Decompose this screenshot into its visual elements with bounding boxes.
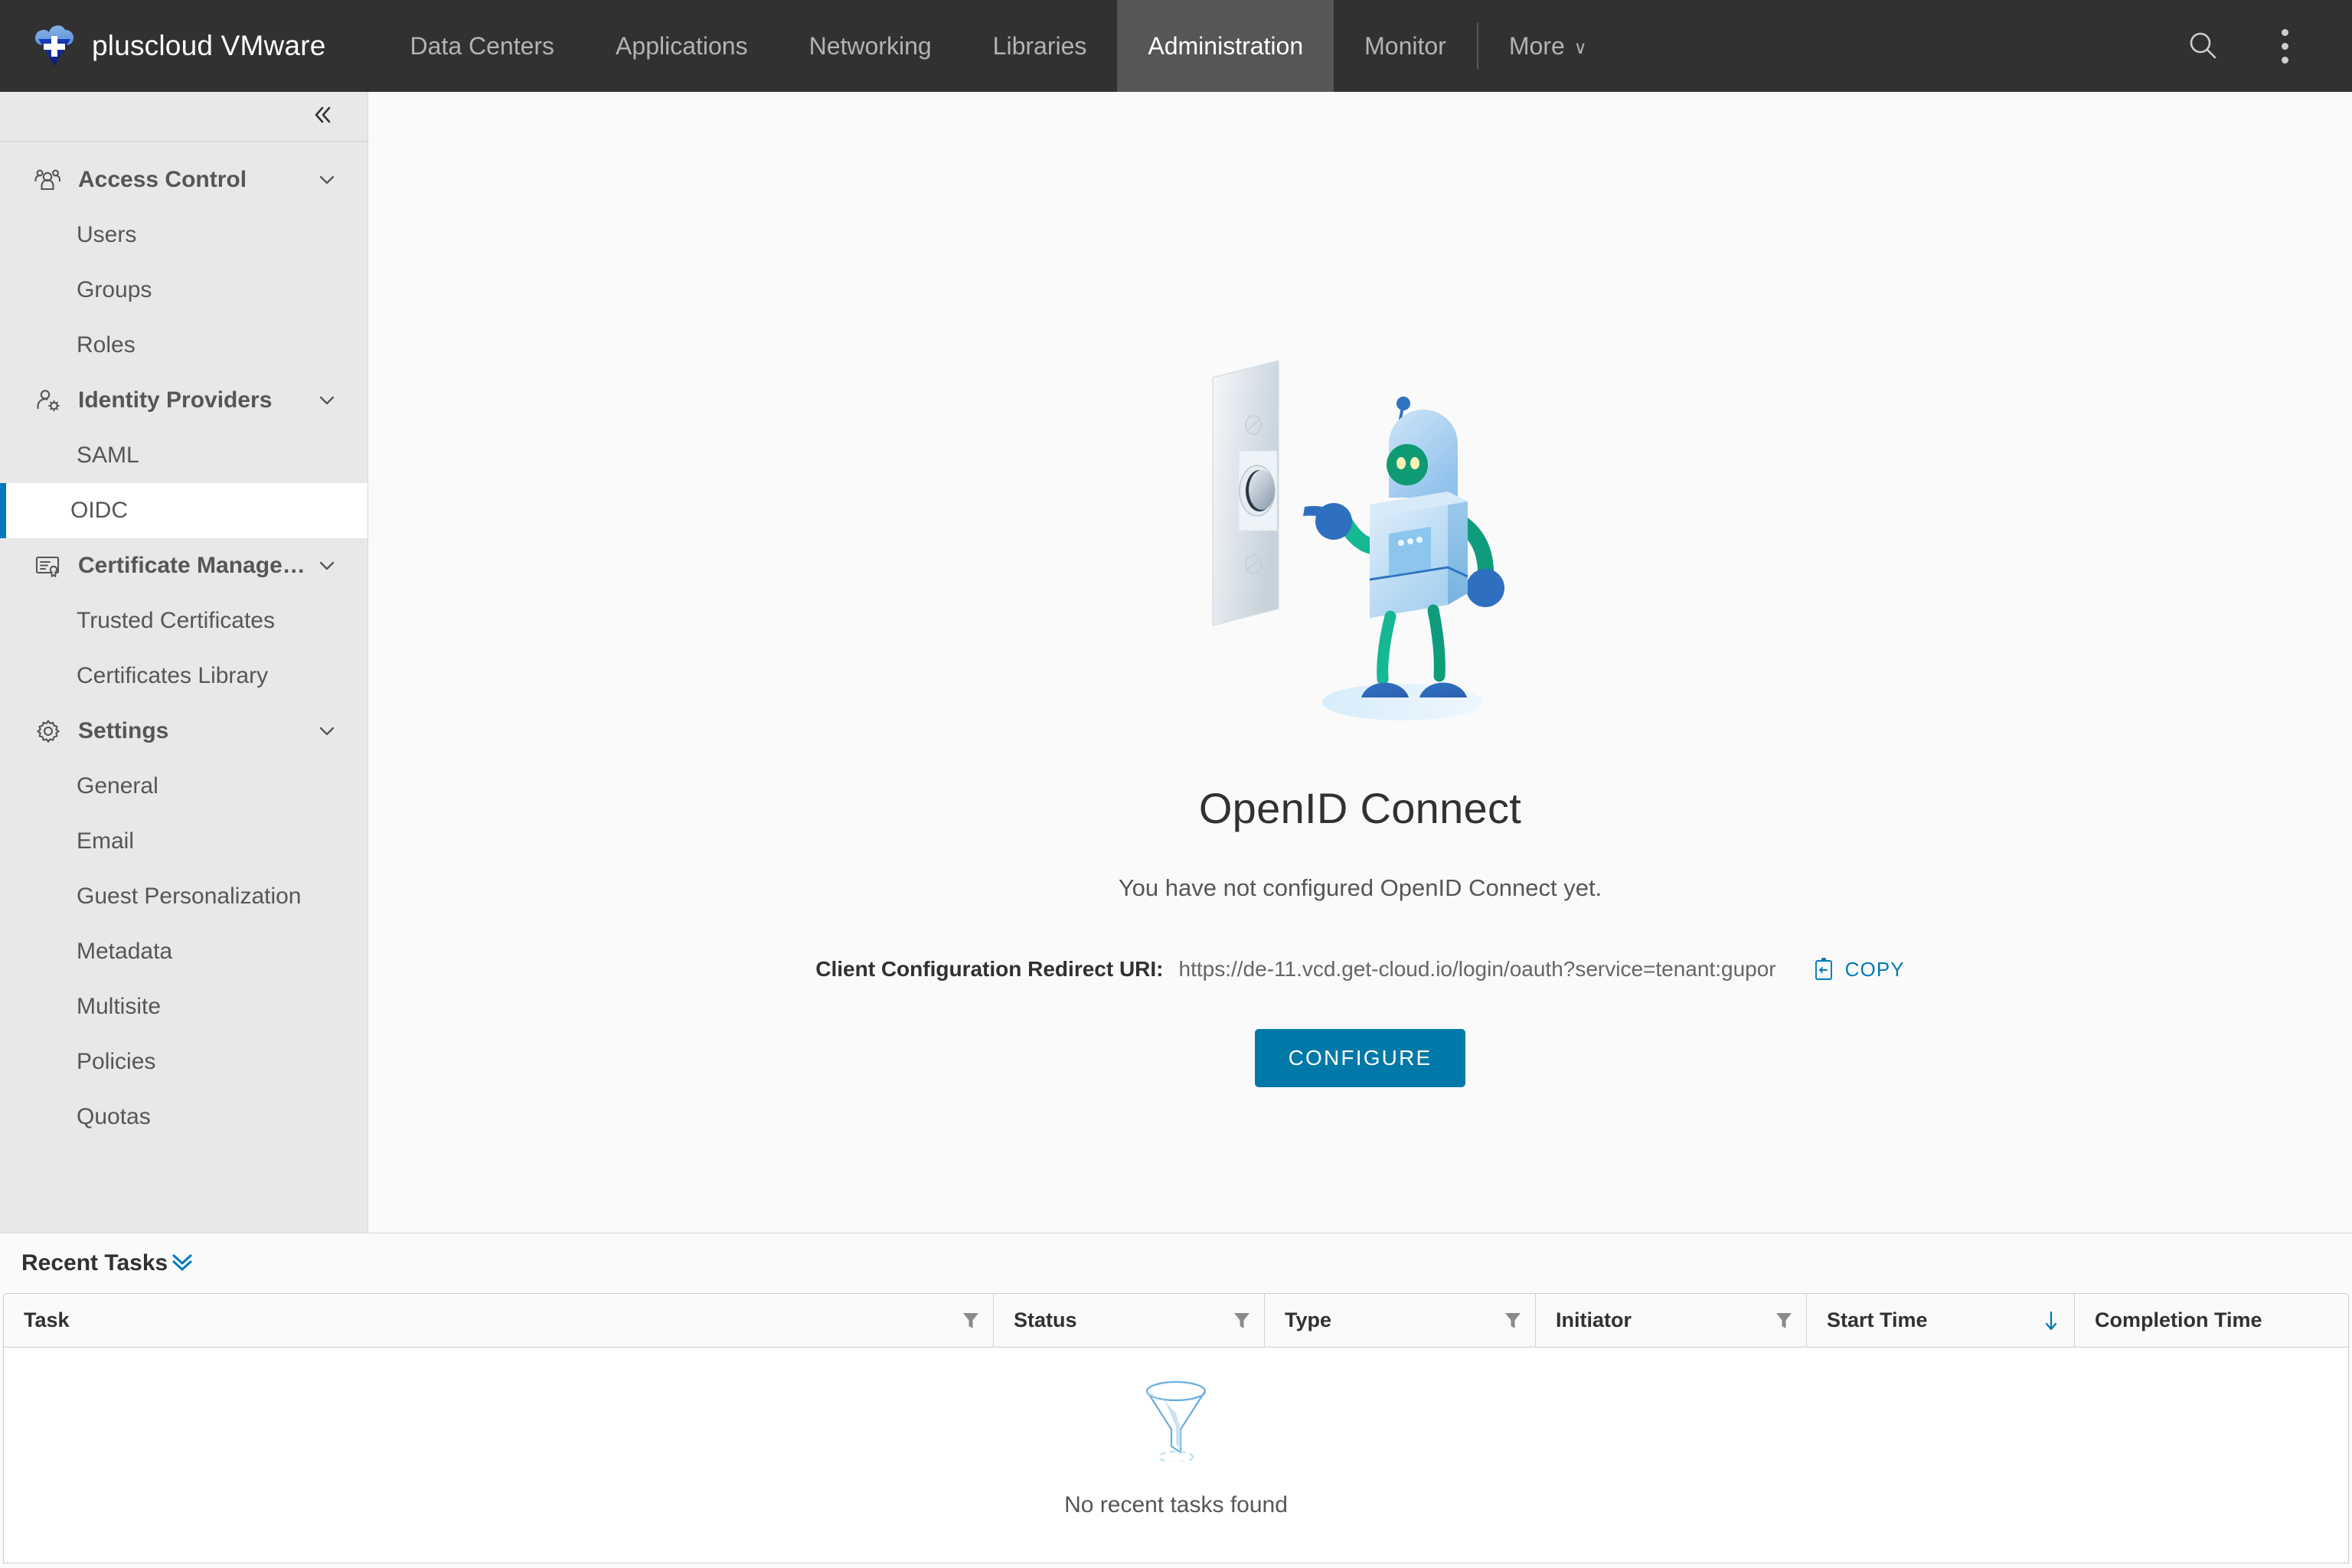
empty-state-text: No recent tasks found bbox=[1064, 1491, 1288, 1517]
sidebar-group-identity-providers[interactable]: Identity Providers bbox=[0, 373, 368, 428]
chevron-down-icon[interactable] bbox=[315, 168, 338, 191]
sidebar-item-groups[interactable]: Groups bbox=[0, 263, 368, 318]
empty-state-subtitle: You have not configured OpenID Connect y… bbox=[1118, 874, 1602, 901]
page-title: OpenID Connect bbox=[1198, 784, 1522, 832]
nav-item-monitor[interactable]: Monitor bbox=[1334, 0, 1477, 92]
sidebar-group-label: Settings bbox=[78, 718, 169, 743]
double-chevron-down-icon[interactable] bbox=[168, 1250, 197, 1277]
clipboard-copy-icon bbox=[1813, 957, 1836, 982]
sidebar-header bbox=[0, 92, 368, 142]
sidebar-item-saml[interactable]: SAML bbox=[0, 428, 368, 483]
sidebar-group-settings[interactable]: Settings bbox=[0, 704, 368, 759]
primary-nav: Data Centers Applications Networking Lib… bbox=[380, 0, 1618, 92]
column-header-label: Type bbox=[1285, 1308, 1332, 1331]
sidebar-group-access-control[interactable]: Access Control bbox=[0, 152, 368, 207]
nav-item-administration[interactable]: Administration bbox=[1117, 0, 1334, 92]
sort-descending-icon[interactable] bbox=[2042, 1309, 2060, 1332]
column-header-type[interactable]: Type bbox=[1264, 1294, 1535, 1347]
sidebar-item-email[interactable]: Email bbox=[0, 814, 368, 869]
nav-item-more[interactable]: More ∨ bbox=[1478, 0, 1618, 92]
recent-tasks-table: Task Status Type Initiator Start Time Co… bbox=[3, 1293, 2349, 1563]
nav-actions bbox=[2167, 0, 2352, 92]
sidebar-item-certificates-library[interactable]: Certificates Library bbox=[0, 648, 368, 704]
sidebar-item-oidc[interactable]: OIDC bbox=[0, 483, 368, 538]
sidebar: Access Control Users Groups Roles Identi… bbox=[0, 92, 368, 1233]
redirect-uri-value: https://de-11.vcd.get-cloud.io/login/oau… bbox=[1178, 957, 1776, 981]
sidebar-group-label: Identity Providers bbox=[78, 387, 273, 413]
sidebar-item-trusted-certificates[interactable]: Trusted Certificates bbox=[0, 593, 368, 648]
nav-item-libraries[interactable]: Libraries bbox=[962, 0, 1118, 92]
users-group-icon bbox=[32, 164, 64, 196]
table-header-row: Task Status Type Initiator Start Time Co… bbox=[4, 1294, 2348, 1348]
sidebar-item-quotas[interactable]: Quotas bbox=[0, 1089, 368, 1145]
sidebar-item-general[interactable]: General bbox=[0, 759, 368, 814]
column-header-completion-time[interactable]: Completion Time bbox=[2074, 1294, 2348, 1347]
table-empty-state: No recent tasks found bbox=[4, 1348, 2348, 1563]
copy-button-label: COPY bbox=[1844, 957, 1905, 981]
copy-button[interactable]: COPY bbox=[1813, 957, 1905, 982]
sidebar-group-certificate-management[interactable]: Certificate Managem... bbox=[0, 538, 368, 593]
app-shell: Access Control Users Groups Roles Identi… bbox=[0, 92, 2352, 1233]
redirect-uri-row: Client Configuration Redirect URI: https… bbox=[815, 957, 1904, 982]
sidebar-item-guest-personalization[interactable]: Guest Personalization bbox=[0, 869, 368, 924]
top-navigation-bar: pluscloud VMware Data Centers Applicatio… bbox=[0, 0, 2352, 92]
chevron-down-icon: ∨ bbox=[1573, 37, 1587, 57]
sidebar-item-metadata[interactable]: Metadata bbox=[0, 924, 368, 979]
sidebar-group-label: Certificate Managem... bbox=[78, 553, 315, 578]
nav-item-more-label: More bbox=[1508, 31, 1565, 60]
brand-title: pluscloud VMware bbox=[92, 30, 326, 61]
filter-icon[interactable] bbox=[1233, 1312, 1250, 1330]
brand[interactable]: pluscloud VMware bbox=[0, 0, 357, 92]
column-header-label: Initiator bbox=[1556, 1308, 1632, 1331]
kebab-menu-icon[interactable] bbox=[2248, 9, 2321, 83]
sidebar-item-roles[interactable]: Roles bbox=[0, 318, 368, 373]
user-gear-icon bbox=[32, 384, 64, 416]
configure-button[interactable]: CONFIGURE bbox=[1254, 1029, 1466, 1087]
column-header-start-time[interactable]: Start Time bbox=[1806, 1294, 2074, 1347]
sidebar-item-users[interactable]: Users bbox=[0, 207, 368, 263]
filter-icon[interactable] bbox=[962, 1312, 979, 1330]
sidebar-item-policies[interactable]: Policies bbox=[0, 1034, 368, 1089]
chevron-down-icon[interactable] bbox=[315, 389, 338, 412]
recent-tasks-header: Recent Tasks bbox=[0, 1233, 2352, 1293]
main-content: OpenID Connect You have not configured O… bbox=[368, 92, 2352, 1233]
column-header-status[interactable]: Status bbox=[993, 1294, 1264, 1347]
nav-item-networking[interactable]: Networking bbox=[779, 0, 962, 92]
recent-tasks-title: Recent Tasks bbox=[21, 1250, 168, 1276]
double-chevron-left-icon[interactable] bbox=[309, 102, 335, 132]
column-header-label: Start Time bbox=[1827, 1308, 1928, 1331]
column-header-task[interactable]: Task bbox=[4, 1294, 993, 1347]
column-header-initiator[interactable]: Initiator bbox=[1535, 1294, 1806, 1347]
redirect-uri-label: Client Configuration Redirect URI: bbox=[815, 957, 1164, 981]
column-header-label: Task bbox=[24, 1308, 70, 1331]
chevron-down-icon[interactable] bbox=[315, 720, 338, 743]
filter-icon[interactable] bbox=[1504, 1312, 1521, 1330]
chevron-down-icon[interactable] bbox=[315, 554, 338, 577]
funnel-icon bbox=[1142, 1379, 1210, 1462]
sidebar-group-label: Access Control bbox=[78, 167, 247, 192]
column-header-label: Status bbox=[1014, 1308, 1077, 1331]
filter-icon[interactable] bbox=[1775, 1312, 1792, 1330]
cloud-plus-logo-icon bbox=[34, 24, 75, 68]
gear-icon bbox=[32, 715, 64, 747]
recent-tasks-panel: Recent Tasks Task Status Type Initiator … bbox=[0, 1233, 2352, 1568]
nav-item-applications[interactable]: Applications bbox=[585, 0, 779, 92]
robot-pressing-button-illustration bbox=[1181, 356, 1540, 739]
nav-item-data-centers[interactable]: Data Centers bbox=[380, 0, 586, 92]
column-header-label: Completion Time bbox=[2095, 1308, 2262, 1331]
search-icon[interactable] bbox=[2167, 9, 2240, 83]
sidebar-item-multisite[interactable]: Multisite bbox=[0, 979, 368, 1034]
sidebar-nav: Access Control Users Groups Roles Identi… bbox=[0, 142, 368, 1145]
certificate-icon bbox=[32, 550, 64, 582]
